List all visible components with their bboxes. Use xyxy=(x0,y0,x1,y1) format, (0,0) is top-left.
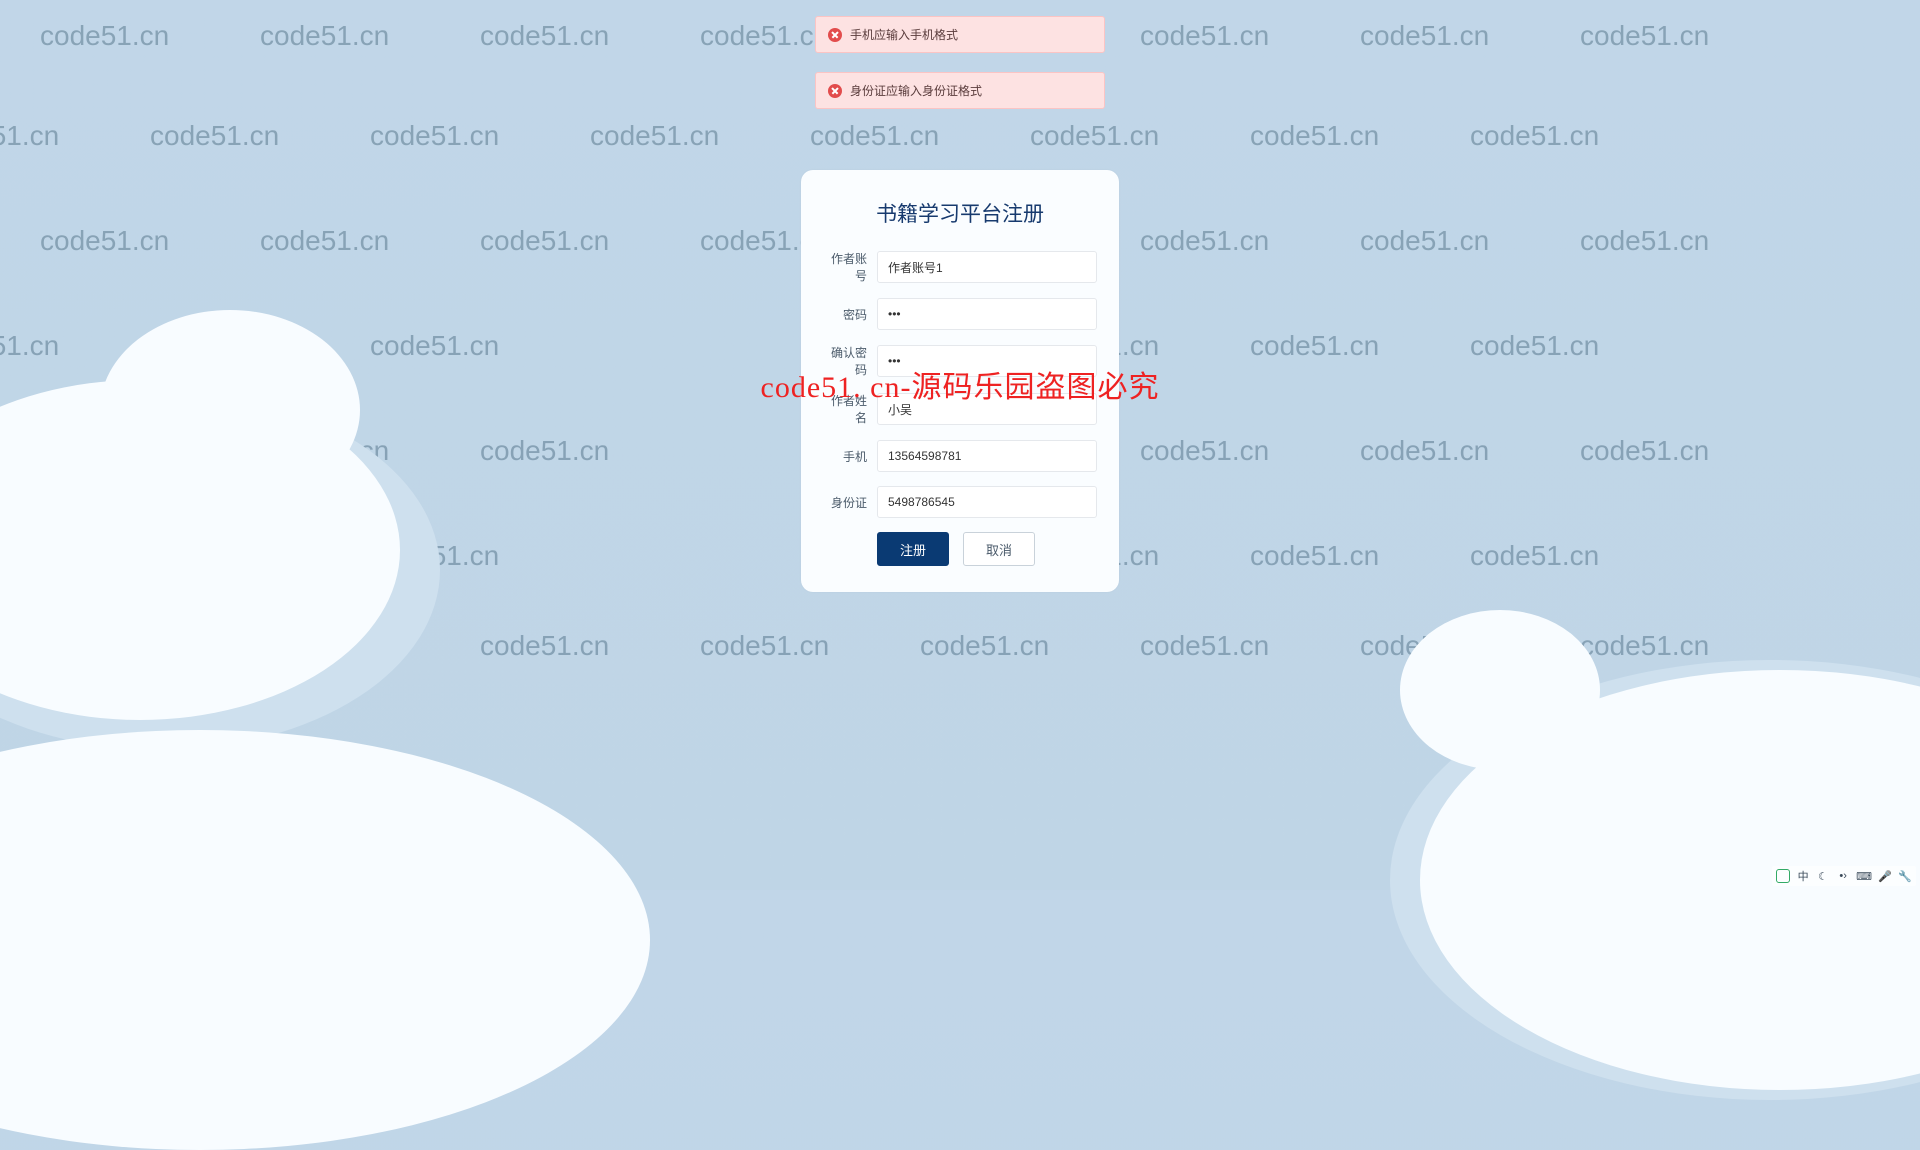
input-password[interactable] xyxy=(877,298,1097,330)
input-name[interactable] xyxy=(877,393,1097,425)
button-row: 注册 取消 xyxy=(877,532,1097,566)
label-phone: 手机 xyxy=(823,448,877,465)
watermark-text: code51.cn xyxy=(1580,435,1709,467)
label-idcard: 身份证 xyxy=(823,494,877,511)
field-account: 作者账号 xyxy=(823,250,1097,284)
watermark-text: code51.cn xyxy=(260,225,389,257)
ime-keyboard-icon[interactable]: ⌨ xyxy=(1856,870,1872,883)
watermark-text: code51.cn xyxy=(700,20,829,52)
watermark-text: code51.cn xyxy=(1250,540,1379,572)
watermark-text: code51.cn xyxy=(40,225,169,257)
watermark-text: code51.cn xyxy=(920,630,1049,662)
watermark-text: code51.cn xyxy=(0,330,59,362)
watermark-text: code51.cn xyxy=(260,20,389,52)
watermark-text: code51.cn xyxy=(1470,120,1599,152)
error-message: 身份证应输入身份证格式 xyxy=(850,82,982,99)
watermark-text: code51.cn xyxy=(700,630,829,662)
watermark-text: code51.cn xyxy=(1580,20,1709,52)
watermark-text: code51.cn xyxy=(480,630,609,662)
error-banner-phone: 手机应输入手机格式 xyxy=(815,16,1105,53)
watermark-text: code51.cn xyxy=(1360,225,1489,257)
watermark-text: code51.cn xyxy=(1250,330,1379,362)
error-icon xyxy=(828,28,842,42)
field-phone: 手机 xyxy=(823,440,1097,472)
label-password: 密码 xyxy=(823,306,877,323)
cloud-decoration xyxy=(1400,610,1600,770)
watermark-text: code51.cn xyxy=(810,120,939,152)
error-banner-idcard: 身份证应输入身份证格式 xyxy=(815,72,1105,109)
register-title: 书籍学习平台注册 xyxy=(823,198,1097,228)
watermark-text: code51.cn xyxy=(0,120,59,152)
ime-taskbar: 中 ☾ •› ⌨ 🎤 🔧 xyxy=(1772,866,1916,886)
watermark-text: code51.cn xyxy=(1580,225,1709,257)
watermark-text: code51.cn xyxy=(370,120,499,152)
input-idcard[interactable] xyxy=(877,486,1097,518)
cloud-decoration xyxy=(100,310,360,510)
label-account: 作者账号 xyxy=(823,250,877,284)
submit-button[interactable]: 注册 xyxy=(877,532,949,566)
watermark-text: code51.cn xyxy=(1360,20,1489,52)
watermark-text: code51.cn xyxy=(1140,630,1269,662)
ime-mic-icon[interactable]: 🎤 xyxy=(1878,870,1892,883)
field-idcard: 身份证 xyxy=(823,486,1097,518)
error-message: 手机应输入手机格式 xyxy=(850,26,958,43)
ime-moon-icon[interactable]: ☾ xyxy=(1816,870,1830,883)
watermark-text: code51.cn xyxy=(480,435,609,467)
watermark-text: code51.cn xyxy=(1140,225,1269,257)
watermark-text: code51.cn xyxy=(370,330,499,362)
error-icon xyxy=(828,84,842,98)
watermark-text: code51.cn xyxy=(150,120,279,152)
watermark-text: code51.cn xyxy=(40,20,169,52)
cancel-button[interactable]: 取消 xyxy=(963,532,1035,566)
label-name: 作者姓名 xyxy=(823,392,877,426)
ime-app-icon[interactable] xyxy=(1776,869,1790,883)
input-phone[interactable] xyxy=(877,440,1097,472)
watermark-text: code51.cn xyxy=(1470,330,1599,362)
watermark-text: code51.cn xyxy=(1360,435,1489,467)
watermark-text: code51.cn xyxy=(590,120,719,152)
field-confirm: 确认密码 xyxy=(823,344,1097,378)
watermark-text: code51.cn xyxy=(1030,120,1159,152)
watermark-text: code51.cn xyxy=(1470,540,1599,572)
input-confirm[interactable] xyxy=(877,345,1097,377)
watermark-text: code51.cn xyxy=(1140,435,1269,467)
input-account[interactable] xyxy=(877,251,1097,283)
register-card: 书籍学习平台注册 作者账号 密码 确认密码 作者姓名 手机 身份证 注册 取消 xyxy=(801,170,1119,592)
field-password: 密码 xyxy=(823,298,1097,330)
ime-settings-icon[interactable]: 🔧 xyxy=(1898,870,1912,883)
ime-lang-indicator[interactable]: 中 xyxy=(1796,868,1810,884)
watermark-text: code51.cn xyxy=(480,20,609,52)
cloud-decoration xyxy=(0,730,650,1150)
watermark-text: code51.cn xyxy=(1140,20,1269,52)
watermark-text: code51.cn xyxy=(480,225,609,257)
watermark-text: code51.cn xyxy=(1250,120,1379,152)
watermark-text: code51.cn xyxy=(1580,630,1709,662)
ime-punct-icon[interactable]: •› xyxy=(1836,870,1850,882)
field-name: 作者姓名 xyxy=(823,392,1097,426)
label-confirm: 确认密码 xyxy=(823,344,877,378)
